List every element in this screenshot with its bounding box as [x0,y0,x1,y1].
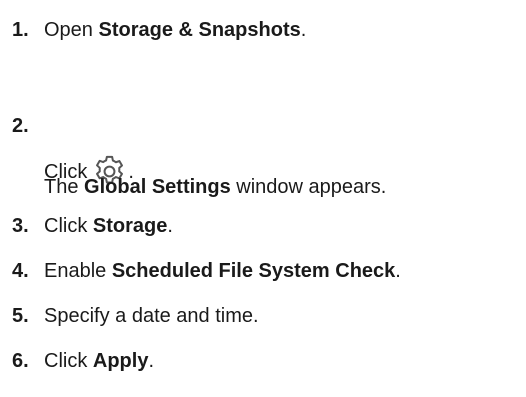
step-3: 3. Click Storage. [12,214,173,238]
step-6: 6. Click Apply. [12,349,154,373]
step-number: 2. [12,115,29,137]
step-number: 1. [12,19,29,41]
step-number: 5. [12,305,29,327]
ui-label-storage-snapshots: Storage & Snapshots [98,19,301,41]
step-result: The Global Settings window appears. [44,176,387,198]
step-number: 3. [12,215,29,237]
step-text: Click Storage. [44,215,173,237]
step-text: Open Storage & Snapshots. [44,19,307,41]
step-text: Enable Scheduled File System Check. [44,260,401,282]
step-number: 6. [12,350,29,372]
ui-label-scheduled-fs-check: Scheduled File System Check [111,260,396,282]
ui-label-apply: Apply [92,350,149,372]
step-4: 4. Enable Scheduled File System Check. [12,259,401,283]
ui-label-storage: Storage [92,215,168,237]
step-2: 2. Click . The Global Settings window ap… [12,115,386,198]
step-text: Specify a date and time. [44,305,259,327]
step-1: 1. Open Storage & Snapshots. [12,18,306,42]
ui-label-global-settings: Global Settings [84,176,231,198]
step-number: 4. [12,260,29,282]
step-text: Click Apply. [44,350,155,372]
step-5: 5. Specify a date and time. [12,304,259,328]
